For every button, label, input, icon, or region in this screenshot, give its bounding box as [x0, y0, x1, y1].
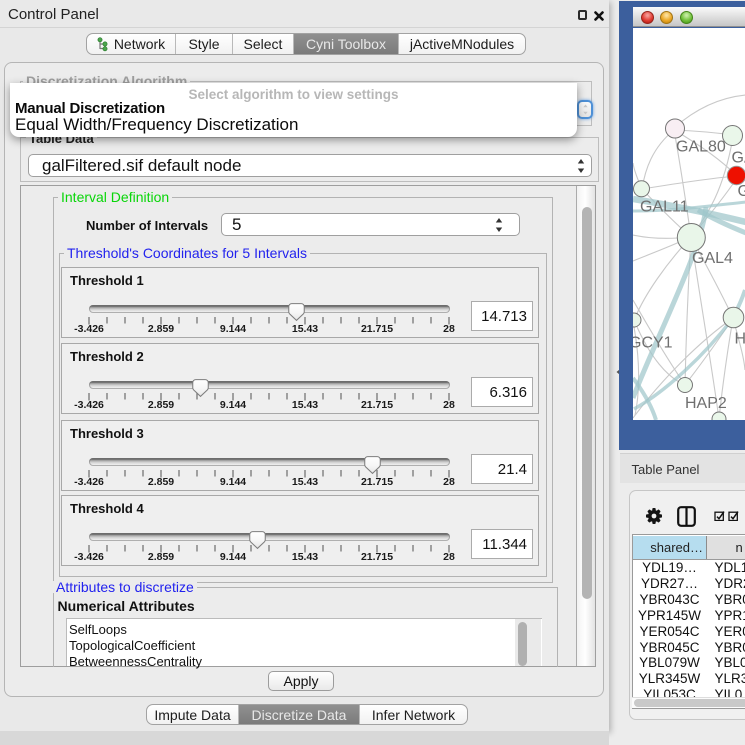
svg-text:GCY1: GCY1 [633, 335, 673, 352]
svg-text:GA: GA [732, 150, 745, 167]
svg-text:GAL4: GAL4 [692, 250, 733, 267]
svg-text:H: H [735, 331, 745, 348]
svg-text:GAL80: GAL80 [676, 139, 726, 156]
svg-text:HAP2: HAP2 [685, 395, 727, 412]
svg-text:GAL11: GAL11 [640, 199, 689, 216]
svg-text:G: G [738, 183, 745, 200]
